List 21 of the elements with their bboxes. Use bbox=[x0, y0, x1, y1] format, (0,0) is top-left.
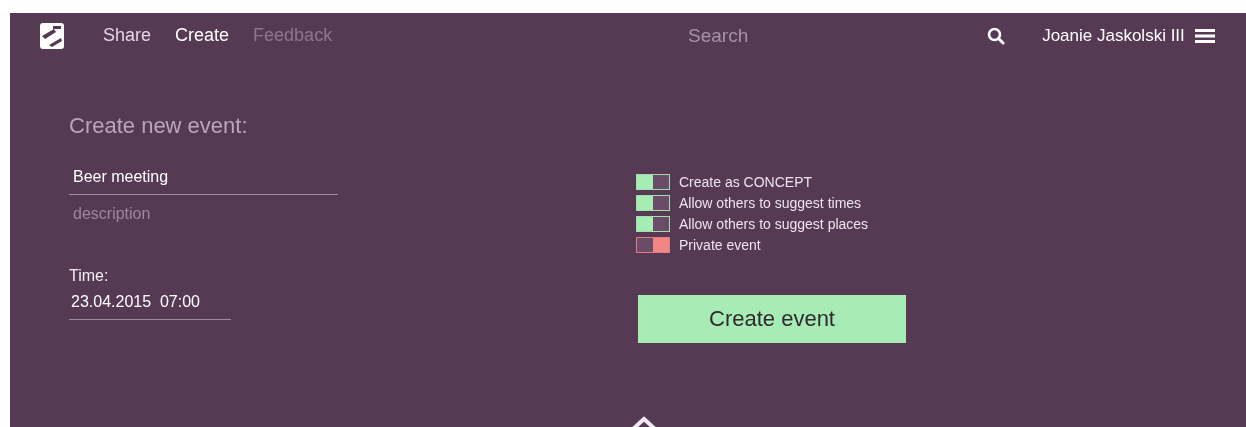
search-icon[interactable] bbox=[987, 26, 1006, 45]
title-field[interactable]: Beer meeting bbox=[69, 164, 338, 195]
create-event-button[interactable]: Create event bbox=[638, 295, 906, 343]
option-label: Allow others to suggest times bbox=[679, 195, 862, 211]
toggle-switch[interactable] bbox=[636, 174, 670, 190]
user-name[interactable]: Joanie Jaskolski III bbox=[1042, 25, 1185, 46]
time-field[interactable]: 23.04.2015 07:00 bbox=[69, 289, 231, 320]
toggle-switch[interactable] bbox=[636, 195, 670, 211]
option-label: Allow others to suggest places bbox=[679, 216, 869, 232]
nav-link[interactable]: Share bbox=[103, 25, 152, 46]
toggle-switch[interactable] bbox=[636, 237, 670, 253]
search-field[interactable]: Search bbox=[566, 23, 871, 48]
nav-link[interactable]: Create bbox=[175, 25, 230, 46]
toggle-switch[interactable] bbox=[636, 216, 670, 232]
form-heading: Create new event: bbox=[69, 113, 249, 139]
option-label: Private event bbox=[679, 237, 761, 253]
time-label: Time: bbox=[69, 267, 110, 285]
description-field[interactable]: description bbox=[69, 201, 338, 231]
menu-icon[interactable] bbox=[1194, 27, 1215, 44]
logo-icon[interactable] bbox=[40, 22, 64, 49]
option-label: Create as CONCEPT bbox=[679, 174, 813, 190]
